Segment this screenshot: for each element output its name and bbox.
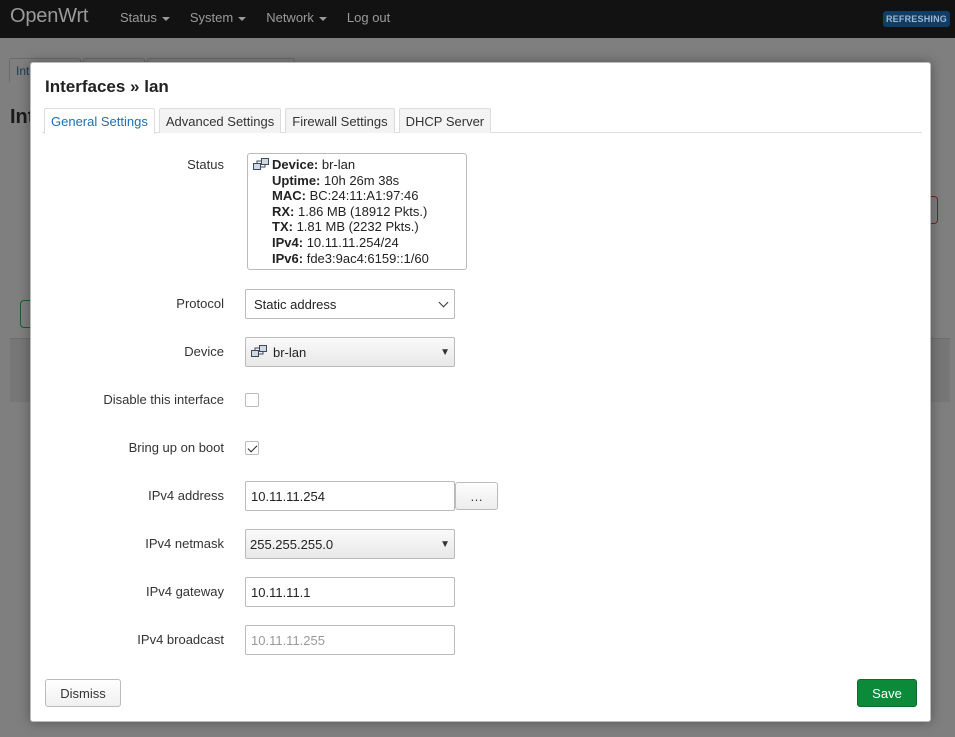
disable-interface-checkbox[interactable] xyxy=(245,393,259,407)
bring-up-on-boot-checkbox[interactable] xyxy=(245,441,259,455)
network-device-icon xyxy=(253,158,269,176)
menu-logout[interactable]: Log out xyxy=(347,10,390,25)
ipv4-gateway-input[interactable]: 10.11.11.1 xyxy=(245,577,455,607)
menu-status-label: Status xyxy=(120,10,157,25)
interface-modal: Interfaces » lan General Settings Advanc… xyxy=(30,62,931,722)
caret-down-icon xyxy=(161,16,170,21)
brand-logo[interactable]: OpenWrt xyxy=(10,5,88,28)
bring-up-on-boot-label: Bring up on boot xyxy=(128,440,224,455)
ipv4-address-input[interactable]: 10.11.11.254 xyxy=(245,481,455,511)
status-line-rx: RX: 1.86 MB (18912 Pkts.) xyxy=(272,203,428,219)
device-value: br-lan xyxy=(273,344,307,360)
ipv4-netmask-label: IPv4 netmask xyxy=(145,536,224,551)
checkmark-icon xyxy=(247,442,258,453)
status-box: Device: br-lan Uptime: 10h 26m 38s MAC: … xyxy=(247,153,467,270)
menu-system[interactable]: System xyxy=(189,10,247,25)
ipv4-netmask-value: 255.255.255.0 xyxy=(250,536,334,552)
ipv4-gateway-value: 10.11.11.1 xyxy=(251,584,311,600)
network-device-icon xyxy=(251,345,267,357)
ipv4-broadcast-placeholder: 10.11.11.255 xyxy=(251,632,325,648)
ipv4-address-label: IPv4 address xyxy=(148,488,224,503)
caret-down-icon xyxy=(318,16,327,21)
menu-network-label: Network xyxy=(266,10,314,25)
ipv4-broadcast-input[interactable]: 10.11.11.255 xyxy=(245,625,455,655)
device-label: Device xyxy=(184,344,224,359)
chevron-down-icon xyxy=(438,297,449,307)
device-select-content: br-lan xyxy=(251,345,306,360)
refreshing-badge[interactable]: REFRESHING xyxy=(882,11,950,27)
status-line-mac: MAC: BC:24:11:A1:97:46 xyxy=(272,188,419,204)
ipv4-netmask-select[interactable]: 255.255.255.0 ▼ xyxy=(245,529,455,559)
protocol-select[interactable]: Static address xyxy=(245,289,455,319)
dropdown-arrow-icon: ▼ xyxy=(440,538,450,550)
caret-down-icon xyxy=(238,16,247,21)
status-line-uptime: Uptime: 10h 26m 38s xyxy=(272,172,400,188)
menu-logout-label: Log out xyxy=(346,10,391,25)
status-label: Status xyxy=(187,157,224,172)
tab-advanced-settings[interactable]: Advanced Settings xyxy=(158,108,282,133)
dismiss-button[interactable]: Dismiss xyxy=(45,679,121,707)
ipv4-broadcast-label: IPv4 broadcast xyxy=(137,632,224,647)
top-navbar: OpenWrt Status System Network Log out RE… xyxy=(0,0,955,38)
tab-general-settings[interactable]: General Settings xyxy=(44,108,155,134)
status-line-ipv4: IPv4: 10.11.11.254/24 xyxy=(272,234,399,250)
main-menu: Status System Network Log out xyxy=(120,10,410,25)
dropdown-arrow-icon: ▼ xyxy=(440,346,450,358)
tab-dhcp-server[interactable]: DHCP Server xyxy=(398,108,492,133)
menu-system-label: System xyxy=(189,10,234,25)
save-button[interactable]: Save xyxy=(857,679,917,707)
ipv4-address-more-button[interactable]: … xyxy=(455,482,498,510)
ipv4-address-value: 10.11.11.254 xyxy=(251,488,325,504)
modal-title: Interfaces » lan xyxy=(45,77,169,96)
tab-firewall-settings[interactable]: Firewall Settings xyxy=(285,108,395,133)
menu-status[interactable]: Status xyxy=(120,10,170,25)
ipv4-gateway-label: IPv4 gateway xyxy=(145,584,224,599)
protocol-value: Static address xyxy=(254,296,337,312)
status-line-tx: TX: 1.81 MB (2232 Pkts.) xyxy=(272,219,419,235)
device-select[interactable]: br-lan ▼ xyxy=(245,337,455,367)
disable-interface-label: Disable this interface xyxy=(103,392,224,407)
status-line-ipv6: IPv6: fde3:9ac4:6159::1/60 xyxy=(272,250,429,266)
menu-network[interactable]: Network xyxy=(266,10,327,25)
status-line-device: Device: br-lan xyxy=(272,157,356,172)
protocol-label: Protocol xyxy=(176,296,224,311)
modal-tabs: General Settings Advanced Settings Firew… xyxy=(42,108,922,134)
